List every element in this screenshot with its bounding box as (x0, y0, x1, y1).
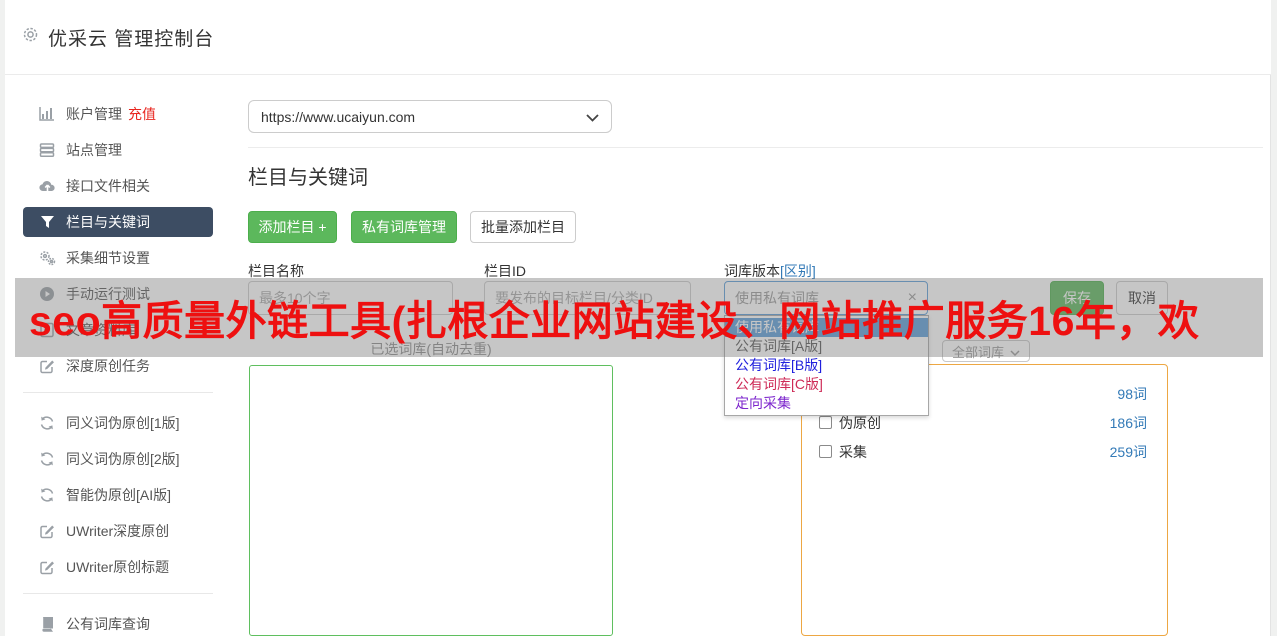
dict-option-3[interactable]: 公有词库[C版] (725, 375, 928, 394)
sidebar-item-synonym-1[interactable]: 同义词伪原创[1版] (23, 405, 213, 441)
page-title: 栏目与关键词 (248, 161, 368, 190)
sidebar-item-account[interactable]: 账户管理 充值 (23, 96, 213, 132)
sidebar-item-label: 智能伪原创[AI版] (66, 485, 171, 505)
app-header: 优采云 管理控制台 (5, 0, 1271, 75)
sidebar-item-uwriter-title[interactable]: UWriter原创标题 (23, 549, 213, 585)
site-url-select[interactable]: https://www.ucaiyun.com (248, 100, 612, 133)
sidebar-item-label: 深度原创任务 (66, 356, 150, 376)
add-column-button[interactable]: 添加栏目 + (248, 211, 337, 243)
dict-version-diff-link[interactable]: [区别] (780, 263, 816, 279)
sidebar-item-label: 同义词伪原创[1版] (66, 413, 180, 433)
dict-row-count: 259词 (1110, 442, 1147, 462)
sidebar-item-columns-keywords[interactable]: 栏目与关键词 (23, 207, 213, 237)
sidebar-item-public-dict-query[interactable]: 公有词库查询 (23, 606, 213, 636)
sidebar-item-sites[interactable]: 站点管理 (23, 132, 213, 168)
recharge-badge[interactable]: 充值 (128, 104, 156, 124)
book-icon (38, 616, 56, 632)
dict-row: 采集 259词 (802, 437, 1167, 466)
sidebar-item-label: 采集细节设置 (66, 248, 150, 268)
dict-row-label: 采集 (839, 442, 867, 462)
dict-row-count: 98词 (1117, 384, 1147, 404)
refresh-icon (38, 487, 56, 503)
sidebar-item-label: 账户管理 (66, 104, 122, 124)
dict-option-2[interactable]: 公有词库[B版] (725, 356, 928, 375)
server-icon (38, 142, 56, 158)
checkbox[interactable] (819, 416, 832, 429)
sidebar-item-label: UWriter深度原创 (66, 521, 169, 541)
dict-option-4[interactable]: 定向采集 (725, 394, 928, 413)
sidebar-item-collect-settings[interactable]: 采集细节设置 (23, 240, 213, 276)
chevron-down-icon (586, 109, 599, 125)
cloud-upload-icon (38, 178, 56, 194)
sidebar-item-label: 站点管理 (66, 140, 122, 160)
ad-banner-text: seo高质量外链工具(扎根企业网站建设、网站推广服务16年，欢 (29, 286, 1199, 346)
ad-banner-overlay: seo高质量外链工具(扎根企业网站建设、网站推广服务16年，欢 (15, 278, 1263, 357)
checkbox[interactable] (819, 445, 832, 458)
edit-icon (38, 523, 56, 539)
sidebar-divider (23, 392, 213, 393)
sidebar-item-ai-pseudo-original[interactable]: 智能伪原创[AI版] (23, 477, 213, 513)
filter-icon (38, 214, 56, 230)
sidebar-item-synonym-2[interactable]: 同义词伪原创[2版] (23, 441, 213, 477)
sidebar-item-uwriter-deep[interactable]: UWriter深度原创 (23, 513, 213, 549)
private-dict-manage-button[interactable]: 私有词库管理 (351, 211, 457, 243)
admin-console-page: 优采云 管理控制台 账户管理 充值 站点管理 接口文件相关 栏目与关键词 采集细… (0, 0, 1277, 636)
site-url-value: https://www.ucaiyun.com (261, 109, 415, 125)
refresh-icon (38, 415, 56, 431)
batch-add-column-button[interactable]: 批量添加栏目 (470, 211, 576, 243)
selected-dict-box[interactable] (249, 365, 613, 636)
app-title: 优采云 管理控制台 (48, 24, 214, 51)
dict-row-count: 186词 (1110, 413, 1147, 433)
sidebar-item-interface-files[interactable]: 接口文件相关 (23, 168, 213, 204)
gear-icon (22, 26, 39, 48)
section-divider (248, 147, 1263, 148)
sidebar-item-label: 栏目与关键词 (66, 212, 150, 232)
edit-icon (38, 358, 56, 374)
sidebar-item-label: UWriter原创标题 (66, 557, 169, 577)
sidebar-item-label: 接口文件相关 (66, 176, 150, 196)
sidebar-item-label: 公有词库查询 (66, 614, 150, 634)
dict-version-text: 词库版本 (724, 263, 780, 279)
sidebar-divider (23, 593, 213, 594)
sidebar: 账户管理 充值 站点管理 接口文件相关 栏目与关键词 采集细节设置 手动运行测试… (5, 96, 231, 636)
sidebar-item-label: 同义词伪原创[2版] (66, 449, 180, 469)
gears-icon (38, 250, 56, 266)
edit-icon (38, 559, 56, 575)
bar-chart-icon (38, 106, 56, 122)
refresh-icon (38, 451, 56, 467)
